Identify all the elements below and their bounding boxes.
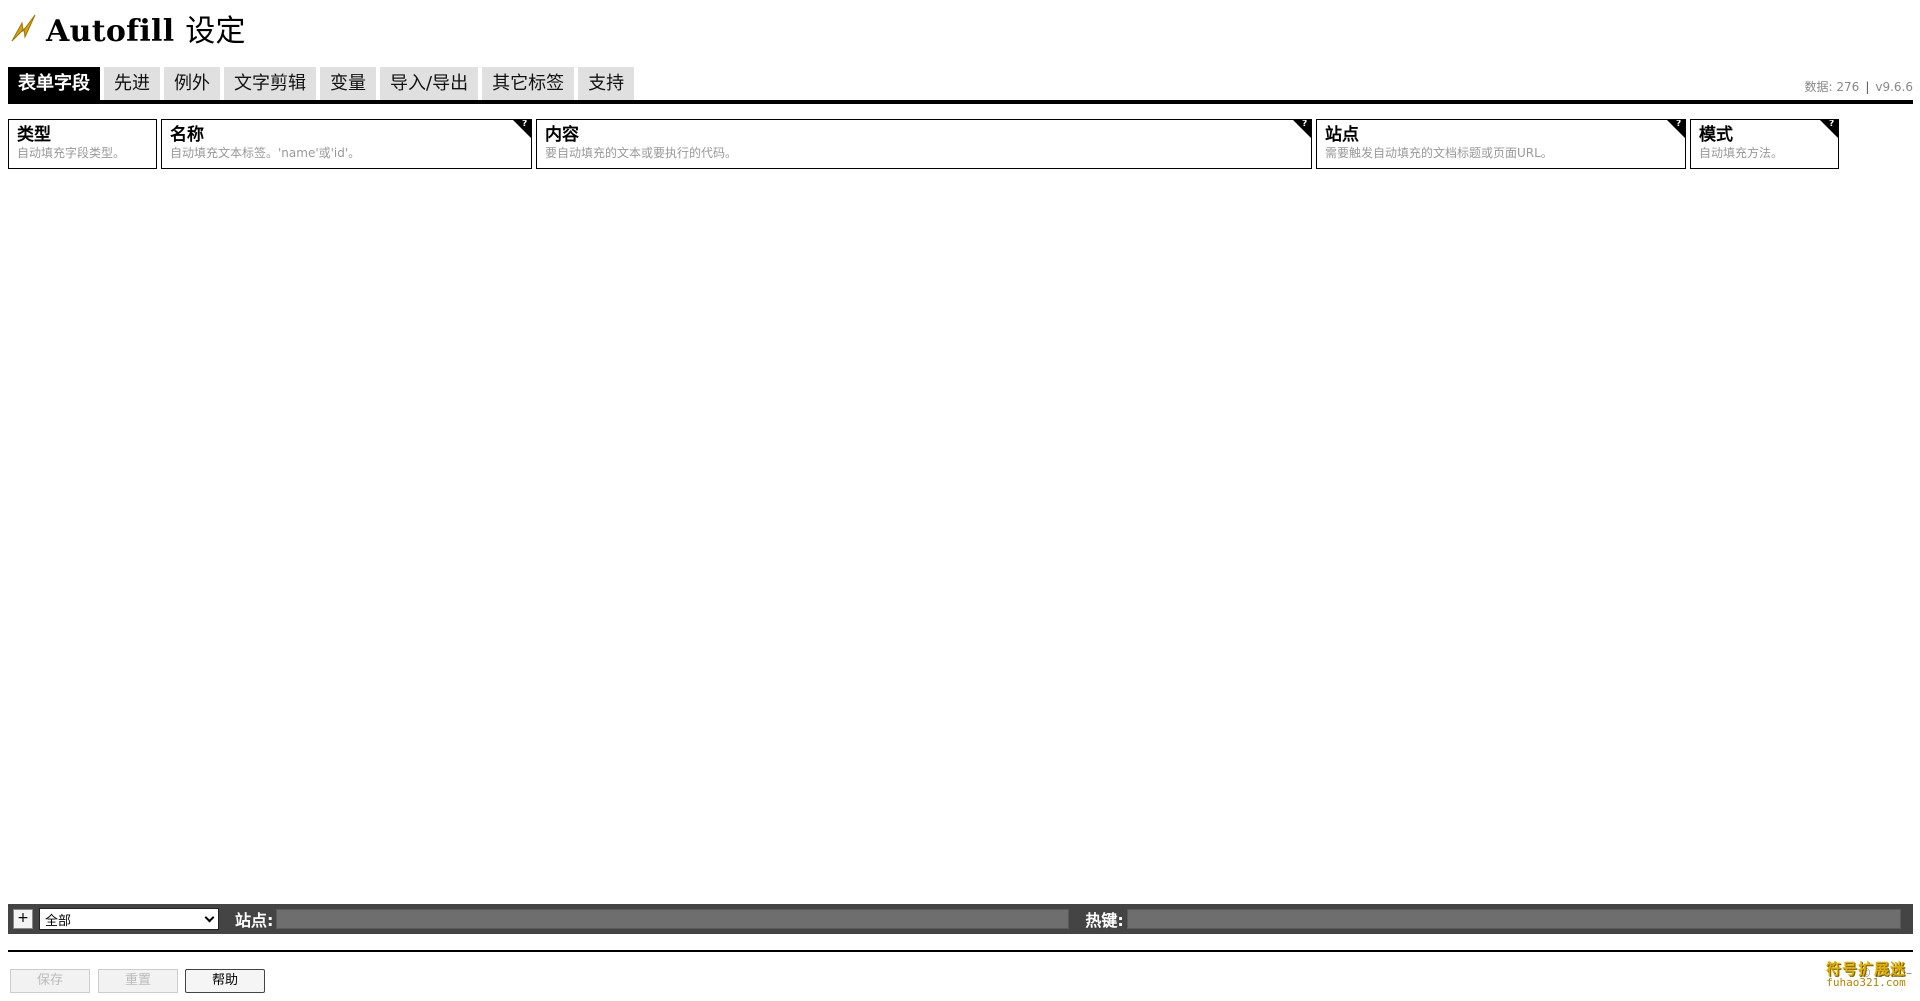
column-description: 自动填充方法。 (1699, 146, 1784, 160)
column-title: 模式 (1699, 125, 1733, 145)
tab-bar: 表单字段 先进 例外 文字剪辑 变量 导入/导出 其它标签 支持 (8, 67, 635, 101)
help-icon[interactable]: ? (513, 120, 531, 138)
column-description: 要自动填充的文本或要执行的代码。 (545, 146, 738, 160)
data-meta: 数据: 276 | v9.6.6 (1805, 78, 1913, 95)
column-header-content: 内容 要自动填充的文本或要执行的代码。 ? (536, 119, 1312, 169)
data-count: 数据: 276 (1804, 80, 1860, 94)
profile-sites-input[interactable] (276, 909, 1070, 929)
add-rule-button[interactable]: + (13, 909, 33, 929)
tab-variables[interactable]: 变量 (320, 67, 376, 101)
tab-other[interactable]: 其它标签 (482, 67, 575, 101)
column-description: 需要触发自动填充的文档标题或页面URL。 (1325, 146, 1553, 160)
page-title: Autofill 设定 (46, 14, 246, 49)
version-label: v9.6.6 (1875, 80, 1913, 94)
profile-filter-bar: + 全部 站点: 热键: (8, 904, 1913, 934)
profile-select[interactable]: 全部 (39, 908, 219, 930)
column-title: 类型 (17, 125, 51, 145)
tab-text-clips[interactable]: 文字剪辑 (224, 67, 316, 101)
profile-selected-value: 全部 (45, 913, 72, 929)
help-icon[interactable]: ? (1820, 120, 1838, 138)
app-header: Autofill 设定 (8, 8, 246, 49)
lightning-bolt-icon (11, 14, 36, 42)
sites-label: 站点: (235, 911, 274, 930)
tabs-divider (8, 100, 1913, 104)
watermark-text: 符号扩展迷 (1825, 960, 1906, 978)
tab-form-fields[interactable]: 表单字段 (8, 67, 100, 101)
hotkey-label: 热键: (1085, 911, 1124, 930)
tab-advanced[interactable]: 先进 (104, 67, 160, 101)
tab-import-export[interactable]: 导入/导出 (380, 67, 479, 101)
help-icon[interactable]: ? (1293, 120, 1311, 138)
watermark-url: fuhao321.com (1826, 976, 1906, 989)
reset-button[interactable]: 重置 (98, 969, 178, 993)
tab-exceptions[interactable]: 例外 (164, 67, 220, 101)
column-title: 内容 (545, 125, 579, 145)
column-description: 自动填充字段类型。 (17, 146, 126, 160)
help-icon[interactable]: ? (1667, 120, 1685, 138)
column-description: 自动填充文本标签。'name'或'id'。 (170, 146, 361, 160)
column-title: 站点 (1325, 125, 1359, 145)
column-header-mode: 模式 自动填充方法。 ? (1690, 119, 1839, 169)
tab-support[interactable]: 支持 (578, 67, 635, 101)
footer-divider (8, 950, 1913, 952)
column-header-type: 类型 自动填充字段类型。 (8, 119, 157, 169)
chevron-down-icon (204, 912, 215, 922)
meta-separator: | (1865, 80, 1870, 94)
hotkey-input[interactable] (1126, 909, 1901, 929)
column-title: 名称 (170, 125, 204, 145)
watermark-logo: 符号扩展迷 fuhao321.com (1826, 962, 1906, 990)
help-button[interactable]: 帮助 (185, 969, 265, 993)
save-button[interactable]: 保存 (10, 969, 90, 993)
column-header-name: 名称 自动填充文本标签。'name'或'id'。 ? (161, 119, 532, 169)
column-header-sites: 站点 需要触发自动填充的文档标题或页面URL。 ? (1316, 119, 1686, 169)
